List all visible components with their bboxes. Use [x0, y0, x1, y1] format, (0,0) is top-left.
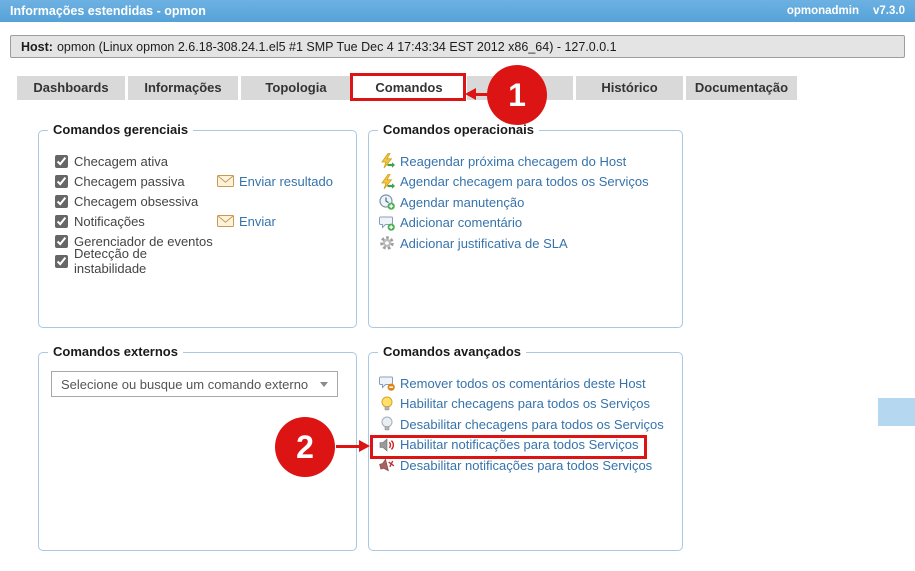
check-row-checagem-ativa: Checagem ativa — [55, 151, 356, 171]
checkbox-label: Checagem ativa — [74, 154, 217, 169]
deteccao-instabilidade-checkbox[interactable] — [55, 255, 68, 268]
checagem-passiva-checkbox[interactable] — [55, 175, 68, 188]
panel-title: Comandos externos — [48, 344, 183, 359]
host-info-bar: Host: opmon (Linux opmon 2.6.18-308.24.1… — [10, 35, 905, 58]
link-label: Adicionar comentário — [400, 215, 522, 230]
reagendar-checagem-host-link[interactable]: Reagendar próxima checagem do Host — [379, 151, 682, 172]
check-row-checagem-obsessiva: Checagem obsessiva — [55, 191, 356, 211]
check-row-checagem-passiva: Checagem passiva Enviar resultado — [55, 171, 356, 191]
adicionar-justificativa-sla-link[interactable]: Adicionar justificativa de SLA — [379, 233, 682, 254]
checkbox-label: Checagem passiva — [74, 174, 217, 189]
select-value: Selecione ou busque um comando externo — [61, 377, 308, 392]
tab-historico[interactable]: Histórico — [576, 76, 683, 100]
desabilitar-checagens-link[interactable]: Desabilitar checagens para todos os Serv… — [379, 414, 682, 435]
app-version: v7.3.0 — [873, 5, 905, 17]
link-label: Agendar checagem para todos os Serviços — [400, 174, 649, 189]
desabilitar-notificacoes-link[interactable]: Desabilitar notificações para todos Serv… — [379, 455, 682, 476]
checkbox-label: Checagem obsessiva — [74, 194, 217, 209]
link-label: Desabilitar notificações para todos Serv… — [400, 458, 652, 473]
checkbox-label: Notificações — [74, 214, 217, 229]
bulb-on-icon — [379, 396, 395, 412]
add-comment-icon — [379, 215, 395, 231]
tab-bar: Dashboards Informações Topologia Comando… — [17, 76, 800, 100]
action-label: Enviar resultado — [239, 174, 333, 189]
tab-comandos[interactable]: Comandos — [354, 76, 464, 100]
schedule-check-icon — [379, 174, 395, 190]
panel-comandos-gerenciais: Comandos gerenciais Checagem ativa Checa… — [38, 130, 357, 328]
enviar-link[interactable]: Enviar — [217, 214, 276, 229]
habilitar-notificacoes-link[interactable]: Habilitar notificações para todos Serviç… — [379, 435, 682, 456]
check-row-deteccao-instabilidade: Detecção de instabilidade — [55, 251, 356, 271]
speaker-on-icon — [379, 437, 395, 453]
remover-comentarios-link[interactable]: Remover todos os comentários deste Host — [379, 373, 682, 394]
tab-documentacao[interactable]: Documentação — [686, 76, 797, 100]
link-label: Remover todos os comentários deste Host — [400, 376, 646, 391]
logged-user: opmonadmin — [787, 5, 859, 17]
link-label: Habilitar checagens para todos os Serviç… — [400, 396, 650, 411]
tab-informacoes[interactable]: Informações — [128, 76, 238, 100]
panel-comandos-operacionais: Comandos operacionais Reagendar próxima … — [368, 130, 683, 328]
checkbox-label: Detecção de instabilidade — [74, 246, 217, 276]
checagem-obsessiva-checkbox[interactable] — [55, 195, 68, 208]
blue-fragment — [878, 398, 915, 426]
panel-title: Comandos gerenciais — [48, 122, 193, 137]
page-title: Informações estendidas - opmon — [10, 4, 206, 18]
link-label: Reagendar próxima checagem do Host — [400, 154, 626, 169]
step1-badge: 1 — [487, 65, 547, 125]
host-label: Host: — [21, 40, 53, 54]
speaker-muted-icon — [377, 456, 396, 475]
sla-justification-icon — [379, 235, 395, 251]
panel-title: Comandos avançados — [378, 344, 526, 359]
link-label: Agendar manutenção — [400, 195, 524, 210]
envelope-icon — [217, 175, 234, 187]
envelope-icon — [217, 215, 234, 227]
host-value: opmon (Linux opmon 2.6.18-308.24.1.el5 #… — [57, 40, 617, 54]
external-command-select[interactable]: Selecione ou busque um comando externo — [51, 371, 338, 397]
enviar-resultado-link[interactable]: Enviar resultado — [217, 174, 333, 189]
step2-arrow — [336, 445, 360, 448]
gerenciador-eventos-checkbox[interactable] — [55, 235, 68, 248]
tab-topologia[interactable]: Topologia — [241, 76, 351, 100]
notificacoes-checkbox[interactable] — [55, 215, 68, 228]
bulb-off-icon — [379, 416, 395, 432]
link-label: Adicionar justificativa de SLA — [400, 236, 568, 251]
step2-badge: 2 — [275, 417, 335, 477]
adicionar-comentario-link[interactable]: Adicionar comentário — [379, 213, 682, 234]
link-label: Desabilitar checagens para todos os Serv… — [400, 417, 664, 432]
opmon-extended-info-page: Informações estendidas - opmon opmonadmi… — [0, 0, 915, 571]
step2-arrowhead-icon — [359, 440, 370, 452]
window-title-bar: Informações estendidas - opmon opmonadmi… — [0, 0, 915, 22]
chevron-down-icon — [320, 382, 328, 387]
habilitar-checagens-link[interactable]: Habilitar checagens para todos os Serviç… — [379, 394, 682, 415]
link-label: Habilitar notificações para todos Serviç… — [400, 437, 638, 452]
action-label: Enviar — [239, 214, 276, 229]
remove-comments-icon — [379, 375, 395, 391]
panel-comandos-avancados: Comandos avançados Remover todos os come… — [368, 352, 683, 551]
agendar-manutencao-link[interactable]: Agendar manutenção — [379, 192, 682, 213]
check-row-notificacoes: Notificações Enviar — [55, 211, 356, 231]
tab-dashboards[interactable]: Dashboards — [17, 76, 125, 100]
step1-arrowhead-icon — [465, 88, 476, 100]
reschedule-check-icon — [379, 153, 395, 169]
checagem-ativa-checkbox[interactable] — [55, 155, 68, 168]
schedule-maintenance-icon — [379, 194, 395, 210]
agendar-checagem-servicos-link[interactable]: Agendar checagem para todos os Serviços — [379, 172, 682, 193]
